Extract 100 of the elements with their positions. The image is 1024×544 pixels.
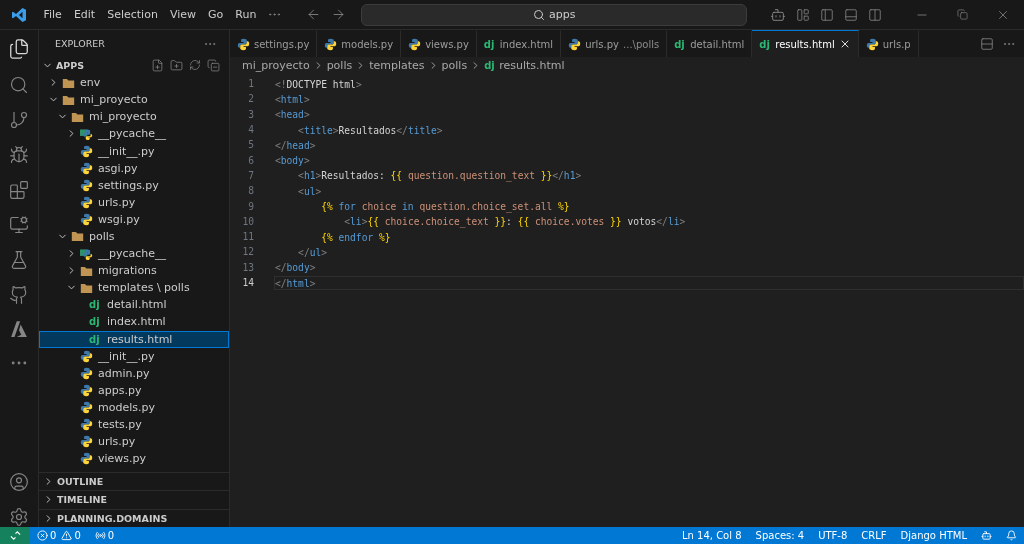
line-number: 5	[247, 139, 254, 151]
panel-section[interactable]: OUTLINE	[39, 471, 229, 490]
tree-item[interactable]: migrations	[39, 262, 229, 280]
code-line: <li>{{ choice.choice_text }}: {{ choice.votes }} votos</li>	[343, 215, 687, 229]
python-icon	[80, 349, 93, 363]
breadcrumb-item[interactable]: templates	[369, 59, 425, 72]
github-icon[interactable]	[9, 285, 29, 305]
layout-icon[interactable]	[796, 7, 811, 22]
line-number: 10	[241, 215, 254, 227]
tree-item[interactable]: __pycache__	[39, 245, 229, 263]
tree-item[interactable]: views.py	[39, 450, 229, 468]
editor-tab[interactable]: dj results.html	[752, 30, 859, 57]
tree-item[interactable]: dj results.html	[39, 330, 229, 348]
line-number: 6	[247, 154, 254, 166]
new-folder-icon[interactable]	[170, 59, 183, 73]
restore-icon[interactable]	[957, 9, 968, 20]
menu-item[interactable]: File	[37, 8, 68, 21]
tree-item[interactable]: urls.py	[39, 193, 229, 211]
breadcrumb-item[interactable]: mi_proyecto	[242, 59, 310, 72]
line-number: 8	[247, 185, 254, 197]
refresh-icon[interactable]	[189, 59, 201, 72]
python-icon	[80, 195, 93, 209]
python-folder-icon	[80, 247, 93, 261]
tree-item[interactable]: tests.py	[39, 415, 229, 434]
new-file-icon[interactable]	[151, 59, 164, 73]
tree-item[interactable]: __pycache__	[39, 125, 229, 143]
tree-item[interactable]: env	[39, 74, 229, 92]
line-number: 1	[247, 78, 254, 90]
tree-item[interactable]: polls	[39, 227, 229, 246]
settings-icon[interactable]	[9, 507, 29, 527]
status-item[interactable]: CRLF	[854, 530, 894, 541]
sidebar-toggle-icon[interactable]	[820, 7, 835, 22]
status-item[interactable]: Spaces: 4	[748, 530, 812, 541]
code-line: <body>	[274, 154, 311, 168]
django-icon: dj	[674, 38, 687, 50]
ports-indicator[interactable]: 0	[87, 530, 122, 541]
line-number: 12	[241, 246, 254, 258]
tree-item[interactable]: __init__.py	[39, 142, 229, 160]
tree-item[interactable]: dj index.html	[39, 313, 229, 331]
folder-icon	[71, 230, 84, 243]
menu-item[interactable]: Selection	[101, 8, 164, 21]
python-icon	[80, 418, 93, 431]
code-line: <title>Resultados</title>	[297, 123, 444, 137]
remote-icon[interactable]	[9, 215, 29, 235]
tree-item[interactable]: wsgi.py	[39, 210, 229, 228]
tree-item[interactable]: dj detail.html	[39, 296, 229, 314]
python-icon	[80, 178, 93, 192]
back-icon[interactable]	[306, 7, 322, 22]
split-editor-icon[interactable]	[980, 36, 994, 51]
django-icon: dj	[759, 38, 772, 50]
problems-indicator[interactable]: 0 0	[30, 530, 88, 541]
testing-icon[interactable]	[9, 250, 29, 270]
menu-item[interactable]: Edit	[67, 8, 102, 21]
code-line: {% endfor %}	[320, 230, 392, 244]
extensions-icon[interactable]	[9, 180, 29, 200]
menu-item[interactable]: Run	[229, 8, 263, 21]
tree-item[interactable]: mi_proyecto	[39, 108, 229, 126]
python-icon	[568, 37, 582, 51]
line-number: 3	[247, 108, 254, 120]
panel-section[interactable]: TIMELINE	[39, 490, 229, 509]
search-icon[interactable]	[9, 75, 29, 95]
tree-item[interactable]: urls.py	[39, 433, 229, 451]
debug-icon[interactable]	[9, 145, 29, 165]
tree-item[interactable]: templates \ polls	[39, 279, 229, 297]
source-control-icon[interactable]	[9, 110, 29, 130]
folder-icon	[71, 110, 84, 123]
notifications-icon[interactable]	[1006, 530, 1017, 541]
collapse-icon[interactable]	[207, 59, 220, 73]
status-item[interactable]: Django HTML	[893, 530, 974, 541]
error-icon	[37, 530, 48, 541]
status-item[interactable]: Ln 14, Col 8	[674, 530, 749, 541]
breadcrumb-item[interactable]: polls	[326, 59, 353, 72]
tree-item[interactable]: mi_proyecto	[39, 91, 229, 109]
python-icon	[408, 37, 422, 51]
root-folder[interactable]: APPS	[39, 57, 229, 75]
remote-icon	[9, 530, 21, 541]
account-icon[interactable]	[9, 472, 29, 492]
remote-indicator[interactable]	[0, 527, 30, 544]
tree-item[interactable]: __init__.py	[39, 347, 229, 365]
status-item[interactable]: UTF-8	[811, 530, 855, 541]
python-icon	[80, 161, 93, 175]
breadcrumb-item[interactable]: results.html	[499, 59, 565, 72]
forward-icon[interactable]	[331, 7, 347, 22]
explorer-icon[interactable]	[8, 38, 30, 60]
search-field[interactable]: apps	[361, 3, 748, 26]
breadcrumb-item[interactable]: polls	[441, 59, 468, 72]
python-icon	[80, 383, 93, 397]
code-line: <ul>	[297, 184, 323, 198]
tree-item[interactable]: admin.py	[39, 364, 229, 382]
tree-item[interactable]: apps.py	[39, 381, 229, 399]
tree-item[interactable]: asgi.py	[39, 159, 229, 177]
menu-item[interactable]: Go	[202, 8, 230, 21]
line-number: 11	[241, 231, 254, 243]
panel-toggle-icon[interactable]	[844, 7, 859, 22]
menu-item[interactable]: View	[163, 8, 202, 21]
tree-item[interactable]: settings.py	[39, 176, 229, 194]
tree-item[interactable]: models.py	[39, 398, 229, 416]
split-icon[interactable]	[868, 7, 883, 22]
django-icon: dj	[484, 60, 497, 71]
folder-icon	[62, 76, 75, 89]
